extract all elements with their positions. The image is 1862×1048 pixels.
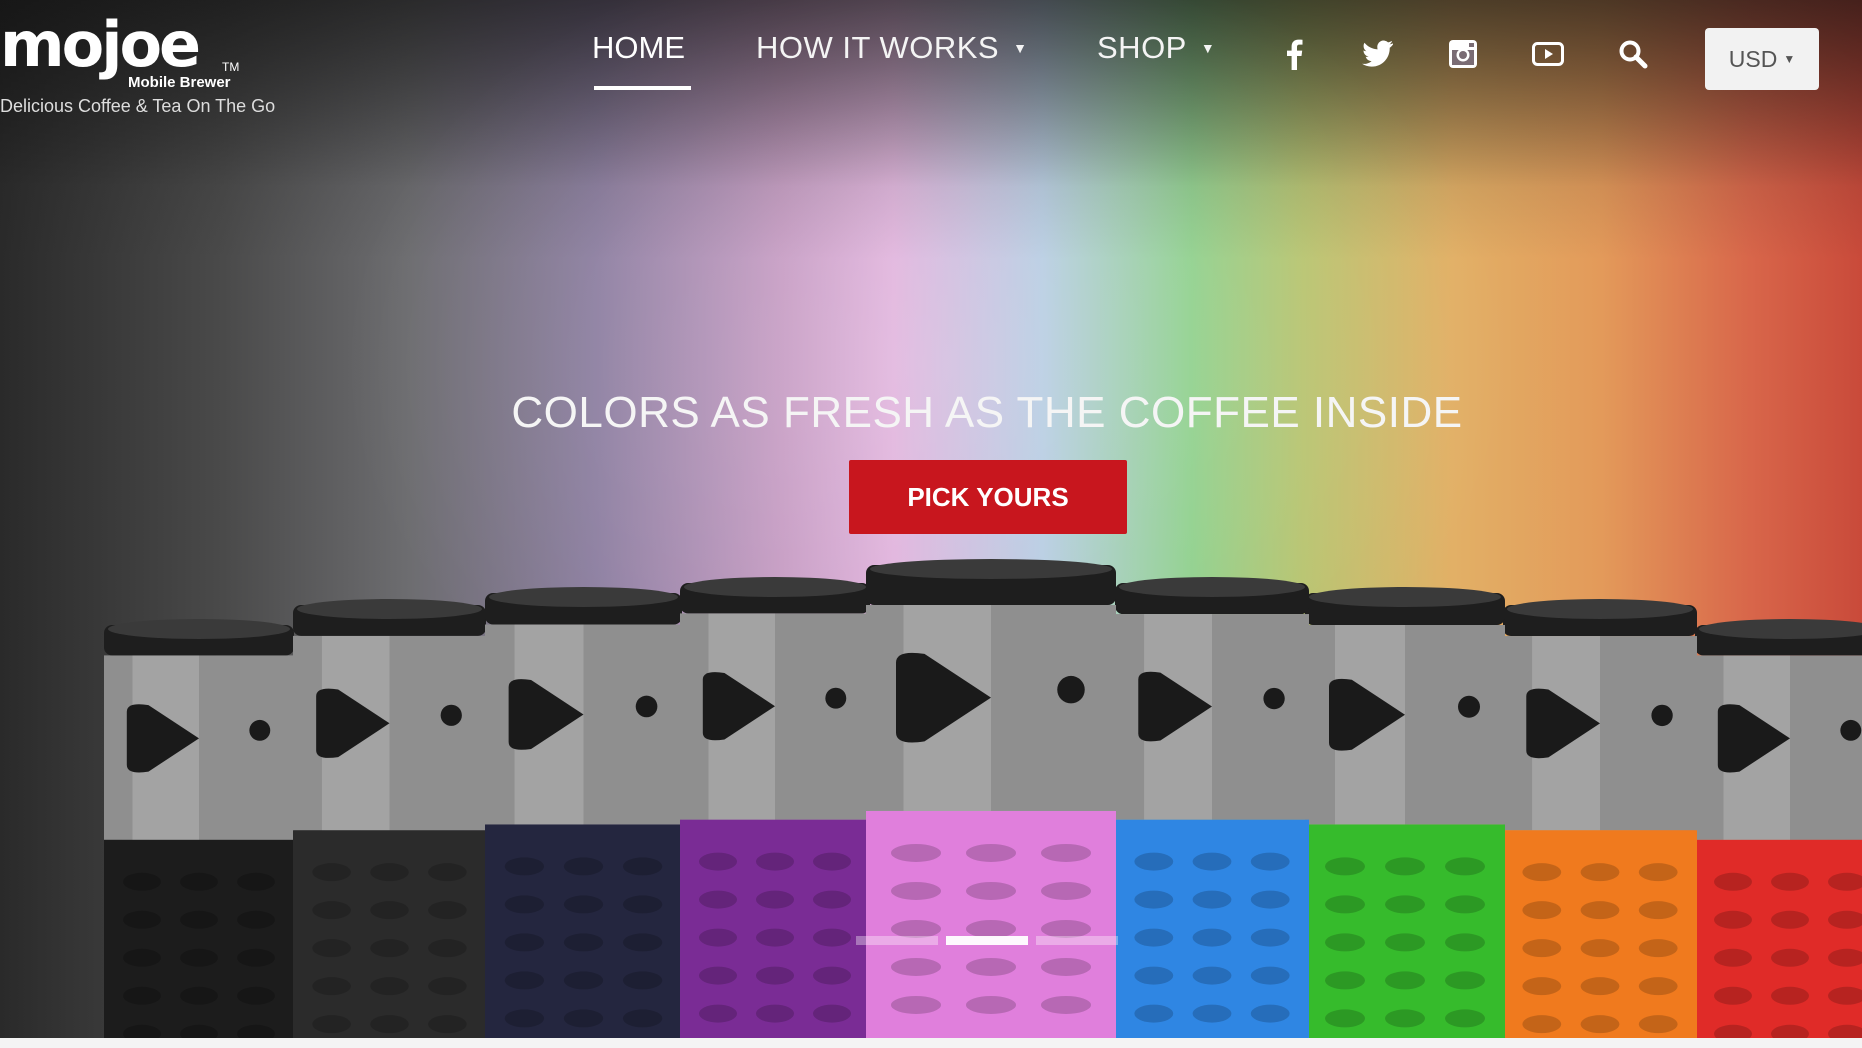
brewer-6 xyxy=(1115,577,1309,1038)
page-bottom-strip xyxy=(0,1038,1862,1048)
brewer-5 xyxy=(866,559,1116,1038)
slider-dots xyxy=(856,936,1126,945)
brewer-9 xyxy=(1695,619,1862,1038)
slide-dot-3[interactable] xyxy=(1036,936,1118,945)
slide-dot-1[interactable] xyxy=(856,936,938,945)
slide-dot-2[interactable] xyxy=(946,936,1028,945)
brewer-lineup xyxy=(104,559,1862,1038)
brewer-1 xyxy=(104,619,294,1038)
hero-banner: mojoe TM Mobile Brewer Delicious Coffee … xyxy=(0,0,1862,1038)
brewer-7 xyxy=(1305,587,1505,1038)
brewer-3 xyxy=(485,587,682,1038)
brewer-2 xyxy=(293,599,486,1038)
brewer-8 xyxy=(1503,599,1697,1038)
brewer-4 xyxy=(680,577,870,1038)
